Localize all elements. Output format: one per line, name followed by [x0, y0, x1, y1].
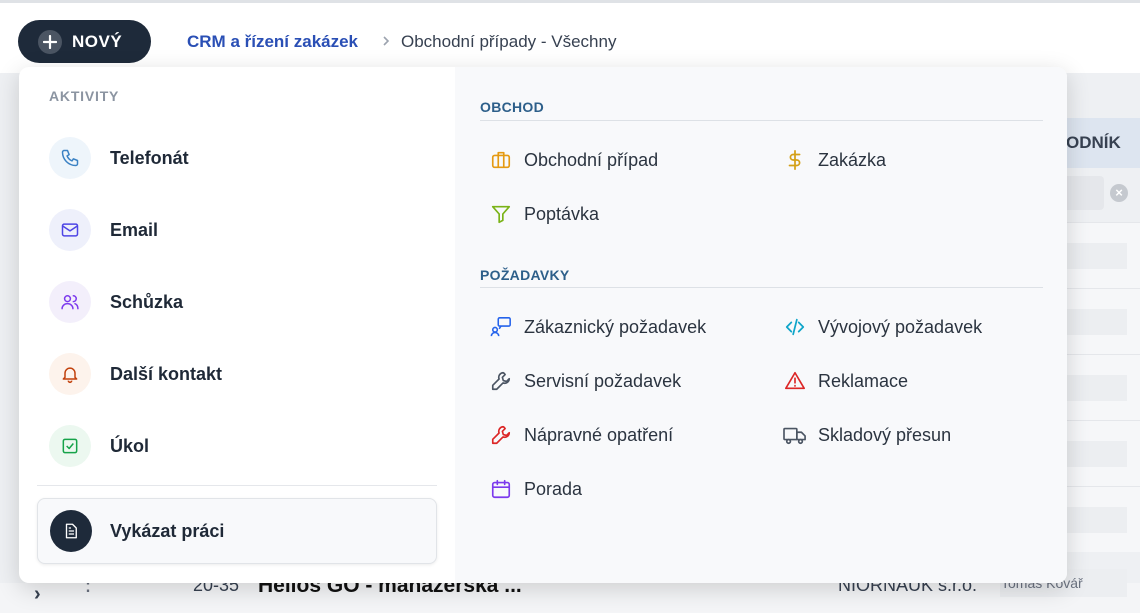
bell-icon: [49, 353, 91, 395]
menu-item-label: Schůzka: [110, 291, 184, 312]
menu-item-reklamace[interactable]: Reklamace: [782, 368, 908, 394]
table-row[interactable]: › ⋮ 20-35 Helios GO - manažerská ... NIO…: [0, 569, 1140, 613]
menu-item-zakazka[interactable]: Zakázka: [782, 147, 886, 173]
menu-item-label: Zakázka: [818, 149, 887, 170]
menu-item-servisni-pozadavek[interactable]: Servisní požadavek: [488, 368, 681, 394]
menu-item-label: Nápravné opatření: [524, 424, 674, 445]
menu-item-label: Servisní požadavek: [524, 370, 682, 391]
warning-icon: [782, 368, 808, 394]
section-divider: [480, 287, 1043, 288]
menu-item-skladovy-presun[interactable]: Skladový přesun: [782, 422, 951, 448]
menu-item-label: Porada: [524, 478, 583, 499]
section-title-pozadavky: POŽADAVKY: [480, 267, 570, 283]
new-item-menu: AKTIVITY Telefonát Email Schůzka Další k…: [19, 67, 1067, 583]
users-icon: [49, 281, 91, 323]
menu-item-porada[interactable]: Porada: [488, 476, 582, 502]
menu-item-napravne-opatreni[interactable]: Nápravné opatření: [488, 422, 673, 448]
clear-filter-icon[interactable]: ×: [1110, 184, 1128, 202]
menu-item-label: Poptávka: [524, 203, 600, 224]
document-icon: [50, 510, 92, 552]
menu-item-email[interactable]: Email: [49, 209, 158, 251]
menu-item-ukol[interactable]: Úkol: [49, 425, 149, 467]
wrench-red-icon: [488, 422, 514, 448]
menu-item-vyvojovy-pozadavek[interactable]: Vývojový požadavek: [782, 314, 982, 340]
report-work-label: Vykázat práci: [110, 520, 225, 541]
menu-item-label: Reklamace: [818, 370, 909, 391]
menu-item-telefonat[interactable]: Telefonát: [49, 137, 189, 179]
truck-icon: [782, 422, 808, 448]
menu-item-label: Skladový přesun: [818, 424, 952, 445]
expand-chevron-icon[interactable]: ›: [34, 583, 41, 606]
menu-item-label: Zákaznický požadavek: [524, 316, 707, 337]
menu-item-schuzka[interactable]: Schůzka: [49, 281, 183, 323]
calendar-icon: [488, 476, 514, 502]
dollar-icon: [782, 147, 808, 173]
customer-request-icon: [488, 314, 514, 340]
new-button-label: NOVÝ: [72, 31, 123, 51]
section-divider: [480, 120, 1043, 121]
wrench-icon: [488, 368, 514, 394]
activities-title: AKTIVITY: [49, 88, 120, 104]
menu-item-zakaznicky-pozadavek[interactable]: Zákaznický požadavek: [488, 314, 706, 340]
envelope-icon: [49, 209, 91, 251]
menu-item-label: Vývojový požadavek: [818, 316, 983, 337]
funnel-icon: [488, 201, 514, 227]
menu-item-dalsi-kontakt[interactable]: Další kontakt: [49, 353, 222, 395]
page-header: NOVÝ CRM a řízení zakázek Obchodní přípa…: [0, 3, 1140, 73]
check-square-icon: [49, 425, 91, 467]
menu-item-obchodni-pripad[interactable]: Obchodní případ: [488, 147, 658, 173]
menu-item-label: Telefonát: [110, 147, 189, 168]
plus-icon: [38, 29, 62, 54]
section-title-obchod: OBCHOD: [480, 99, 545, 115]
breadcrumb-link[interactable]: CRM a řízení zakázek: [187, 32, 358, 52]
menu-item-poptavka[interactable]: Poptávka: [488, 201, 599, 227]
report-work-button[interactable]: Vykázat práci: [37, 498, 437, 564]
menu-item-label: Úkol: [110, 435, 150, 456]
breadcrumb-current: Obchodní případy - Všechny: [401, 32, 617, 51]
new-button[interactable]: NOVÝ: [18, 20, 151, 63]
menu-item-label: Obchodní případ: [524, 149, 659, 170]
divider: [37, 485, 437, 486]
phone-icon: [49, 137, 91, 179]
code-icon: [782, 314, 808, 340]
menu-item-label: Email: [110, 219, 159, 240]
breadcrumb-chevron-icon: [381, 33, 391, 49]
briefcase-icon: [488, 147, 514, 173]
menu-item-label: Další kontakt: [110, 363, 223, 384]
